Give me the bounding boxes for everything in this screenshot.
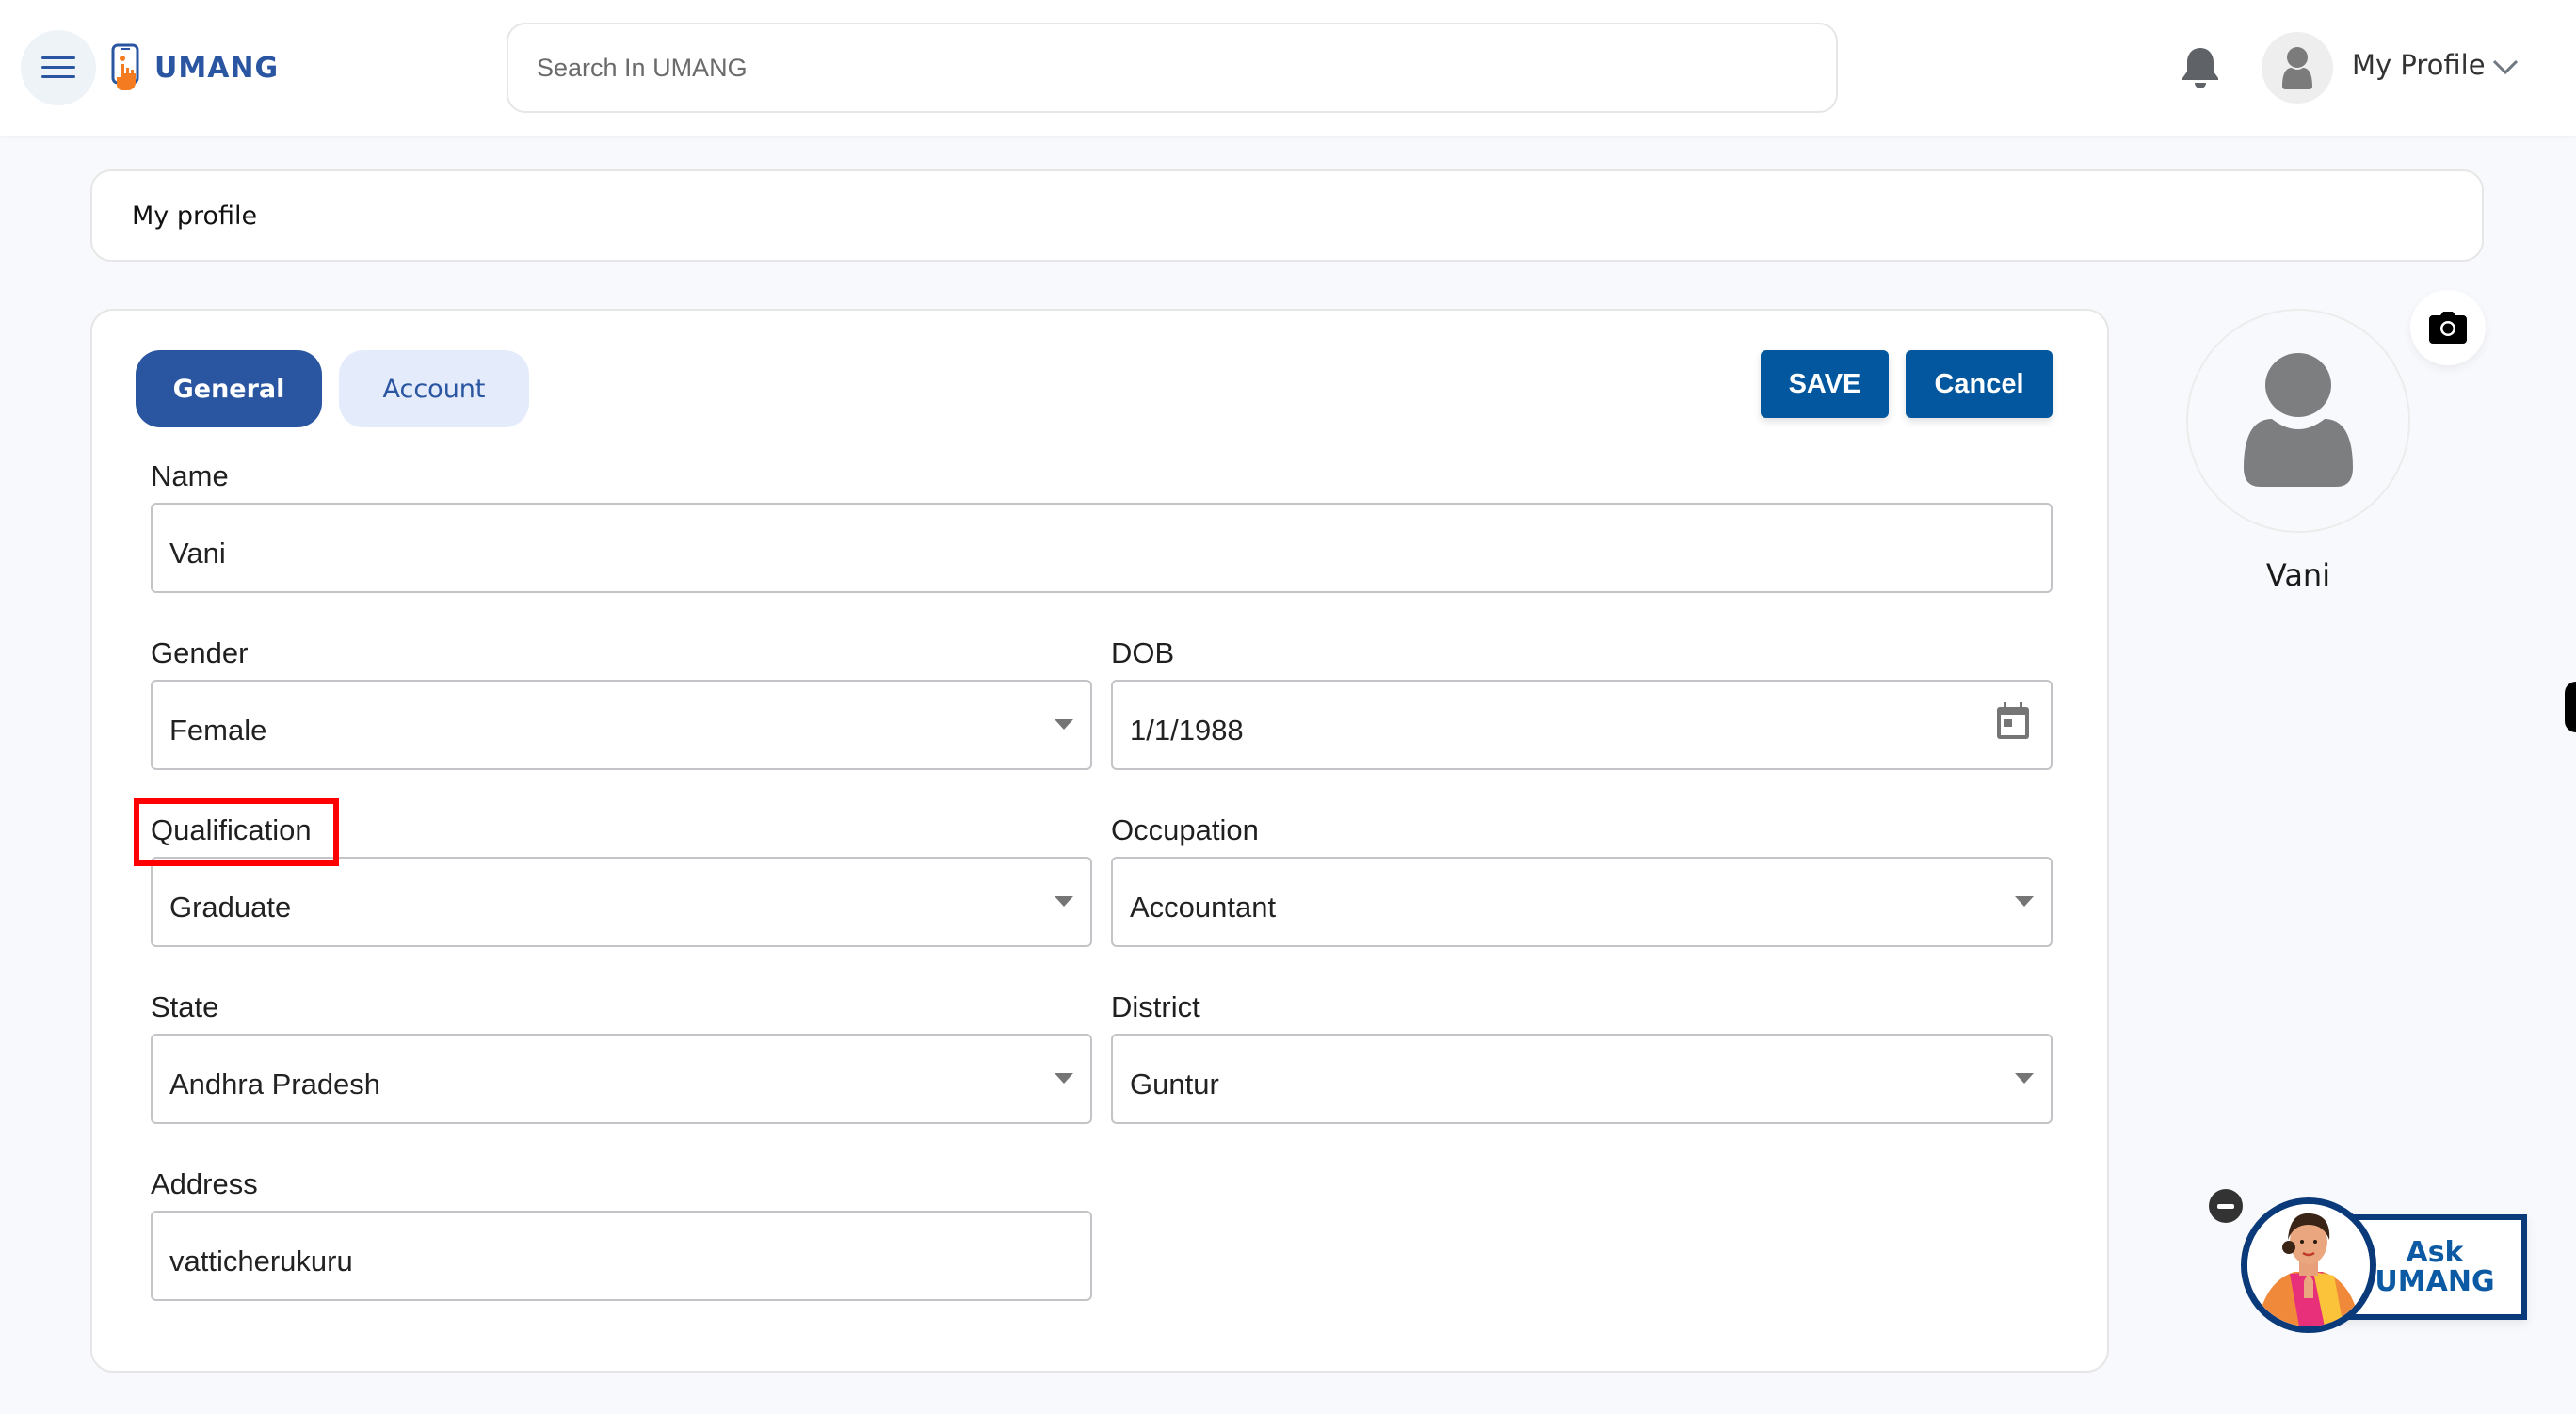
hamburger-icon (41, 56, 75, 79)
dropdown-arrow-icon (1055, 1073, 1073, 1084)
notification-bell-icon[interactable] (2181, 45, 2220, 90)
district-value: Guntur (1130, 1068, 1219, 1101)
side-feedback-tab[interactable] (2565, 682, 2576, 732)
search-bar[interactable] (507, 23, 1838, 113)
dropdown-arrow-icon (2015, 1073, 2034, 1084)
cancel-button[interactable]: Cancel (1906, 350, 2053, 418)
name-label: Name (151, 459, 229, 492)
dropdown-arrow-icon (1055, 896, 1073, 907)
district-label: District (1111, 990, 1200, 1023)
occupation-value: Accountant (1130, 891, 1277, 924)
top-header: UMANG My Profile (0, 0, 2576, 136)
dob-field[interactable]: 1/1/1988 (1111, 680, 2053, 770)
user-icon (2244, 353, 2353, 487)
gender-value: Female (169, 714, 267, 747)
tab-general[interactable]: General (136, 350, 322, 427)
save-button[interactable]: SAVE (1761, 350, 1889, 418)
assistant-illustration-icon (2247, 1204, 2370, 1326)
qualification-label: Qualification (151, 813, 312, 846)
dropdown-arrow-icon (2015, 896, 2034, 907)
umang-logo-icon (111, 43, 139, 90)
my-profile-menu[interactable]: My Profile (2352, 49, 2486, 81)
state-label: State (151, 990, 219, 1023)
occupation-select[interactable]: Accountant (1111, 857, 2053, 947)
dropdown-arrow-icon (1055, 719, 1073, 730)
calendar-icon[interactable] (1994, 700, 2032, 742)
umang-logo[interactable]: UMANG (111, 43, 279, 92)
chevron-down-icon[interactable] (2491, 53, 2520, 81)
name-value: Vani (169, 537, 226, 570)
occupation-label: Occupation (1111, 813, 1259, 846)
dob-value: 1/1/1988 (1130, 714, 1244, 747)
qualification-value: Graduate (169, 891, 292, 924)
district-select[interactable]: Guntur (1111, 1034, 2053, 1124)
gender-select[interactable]: Female (151, 680, 1092, 770)
page-title: My profile (132, 201, 258, 231)
profile-avatar (2186, 309, 2410, 533)
state-select[interactable]: Andhra Pradesh (151, 1034, 1092, 1124)
ask-label: Ask (2406, 1235, 2464, 1269)
user-icon (2282, 47, 2312, 89)
address-value: vatticherukuru (169, 1245, 353, 1277)
ask-umang-chatbot[interactable]: Ask UMANG (2207, 1171, 2533, 1341)
state-value: Andhra Pradesh (169, 1068, 381, 1101)
camera-icon (2429, 312, 2467, 344)
profile-display-name: Vani (2265, 557, 2331, 593)
logo-text: UMANG (154, 51, 280, 85)
address-label: Address (151, 1167, 258, 1200)
umang-label: UMANG (2375, 1265, 2495, 1298)
tab-account[interactable]: Account (339, 350, 529, 427)
profile-form-card: General Account SAVE Cancel Name Vani Ge… (90, 309, 2109, 1373)
assistant-avatar (2241, 1197, 2376, 1333)
change-photo-button[interactable] (2410, 290, 2486, 365)
qualification-select[interactable]: Graduate (151, 857, 1092, 947)
menu-button[interactable] (21, 30, 96, 105)
dob-label: DOB (1111, 636, 1175, 669)
address-field[interactable]: vatticherukuru (151, 1211, 1092, 1301)
name-field[interactable]: Vani (151, 503, 2053, 593)
gender-label: Gender (151, 636, 249, 669)
header-avatar[interactable] (2262, 32, 2333, 104)
search-input[interactable] (537, 53, 1808, 83)
breadcrumb: My profile (90, 169, 2484, 262)
